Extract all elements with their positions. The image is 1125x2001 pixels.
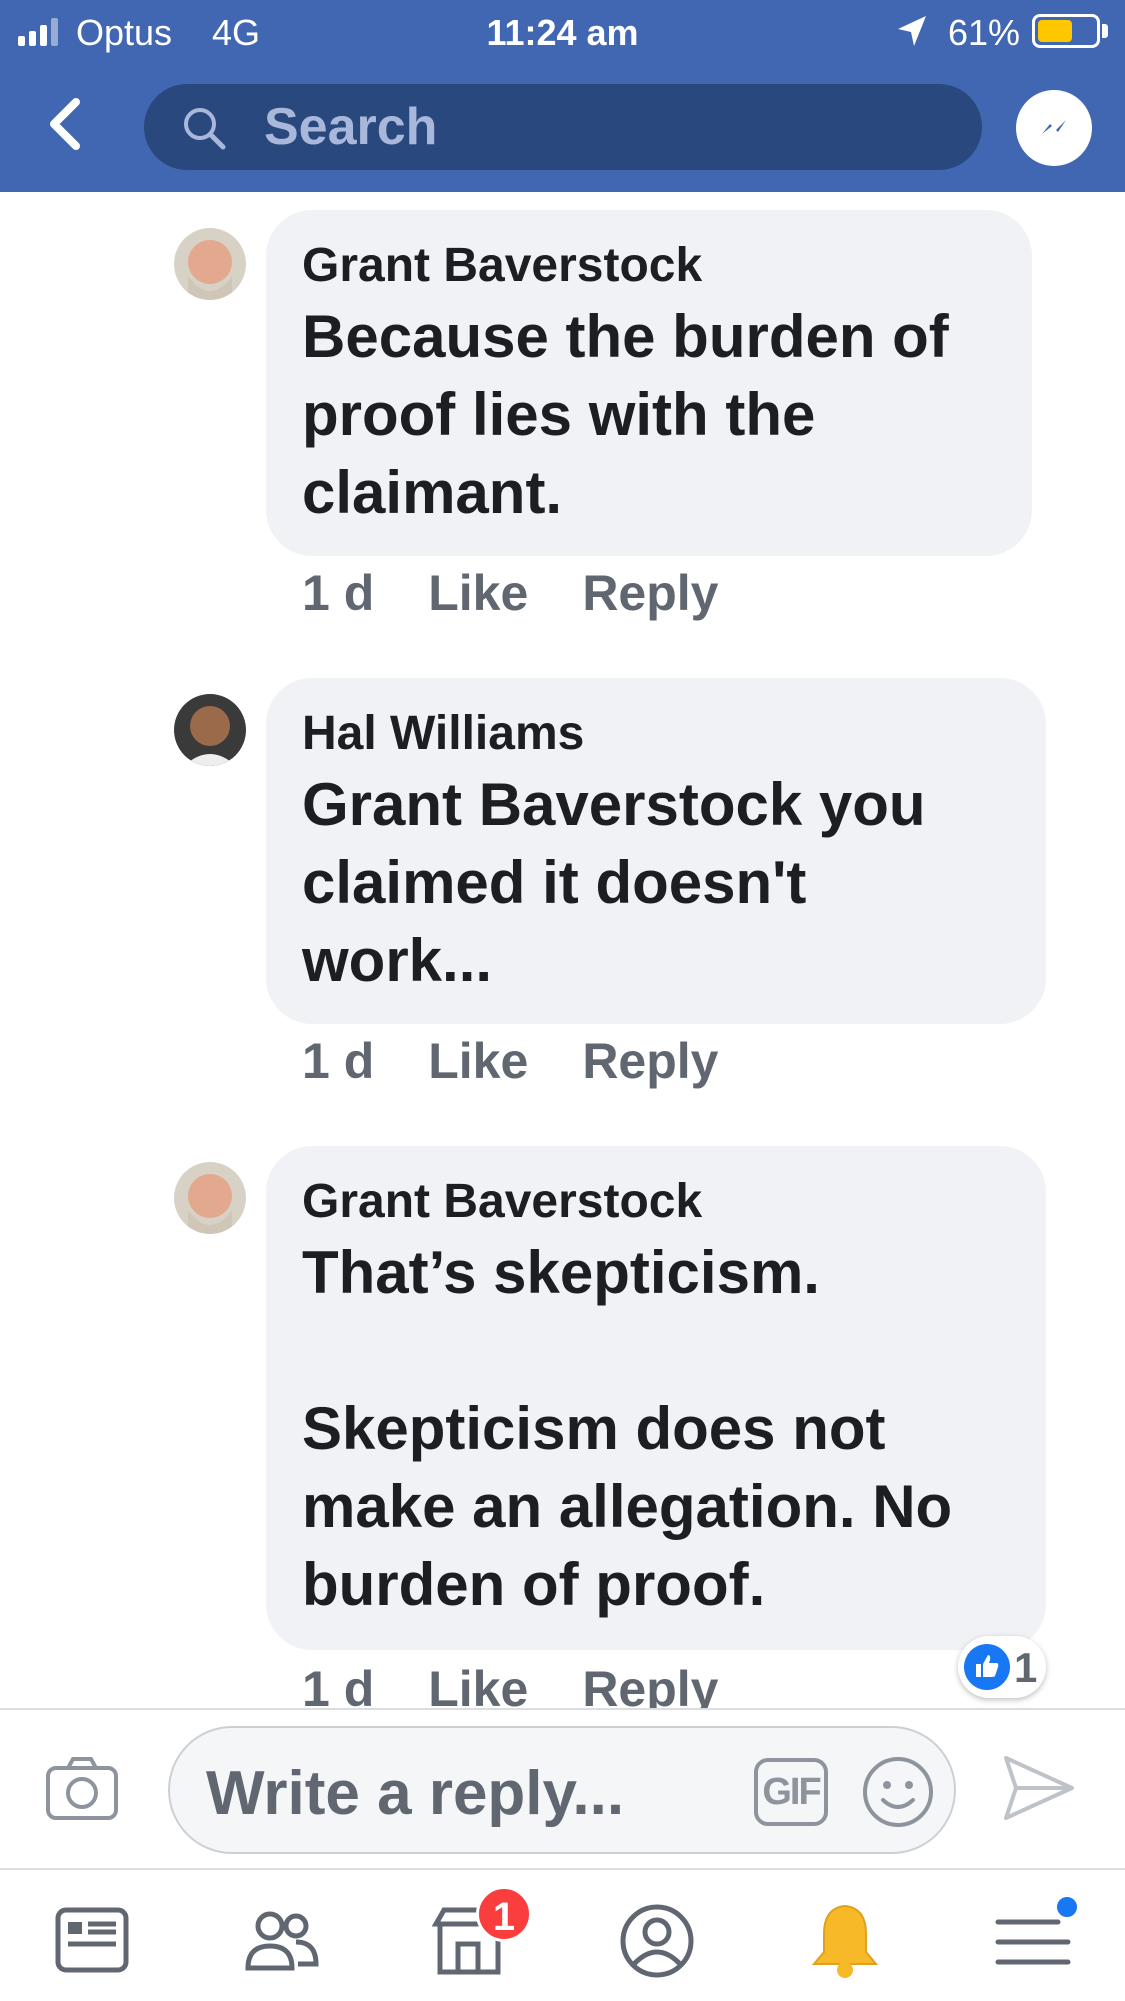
notifications-icon (811, 1904, 879, 1978)
menu-notification-dot (1054, 1894, 1080, 1920)
tab-friends[interactable] (236, 1896, 326, 1986)
reply-link[interactable]: Reply (582, 1032, 718, 1090)
comment-bubble: Hal Williams Grant Baverstock you claime… (266, 678, 1046, 1024)
reply-composer: GIF (0, 1708, 1125, 1868)
gif-icon[interactable]: GIF (754, 1758, 828, 1826)
like-link[interactable]: Like (428, 1032, 528, 1090)
like-link[interactable]: Like (428, 564, 528, 622)
avatar[interactable] (174, 694, 246, 766)
comment-text-paragraph: Skepticism does not make an allegation. … (302, 1395, 953, 1618)
messenger-button[interactable] (1016, 90, 1092, 166)
marketplace-badge: 1 (476, 1886, 532, 1942)
camera-button[interactable] (44, 1754, 120, 1827)
friends-icon (245, 1911, 319, 1971)
comment-bubble: Grant Baverstock Because the burden of p… (266, 210, 1032, 556)
tab-profile[interactable] (612, 1896, 702, 1986)
emoji-icon[interactable] (860, 1754, 936, 1830)
app-header: Optus 4G 11:24 am 61% (0, 0, 1125, 192)
comment-author[interactable]: Grant Baverstock (302, 238, 996, 294)
location-arrow-icon (898, 16, 926, 46)
back-button[interactable] (44, 96, 96, 156)
mention-link[interactable]: Grant Baverstock (302, 771, 802, 838)
camera-icon (46, 1757, 118, 1820)
messenger-icon (1042, 120, 1066, 134)
tab-notifications[interactable] (800, 1896, 890, 1986)
reply-input[interactable] (206, 1758, 726, 1828)
comment-bubble: Grant Baverstock That’s skepticism. Skep… (266, 1146, 1046, 1650)
comment-author[interactable]: Grant Baverstock (302, 1174, 1010, 1230)
search-input[interactable] (264, 98, 944, 156)
comment-text: That’s skepticism. (302, 1239, 820, 1306)
comment-author[interactable]: Hal Williams (302, 706, 1010, 762)
comment-time[interactable]: 1 d (302, 1032, 374, 1090)
comment-actions: 1 d Like Reply (302, 1032, 718, 1090)
like-reaction-icon (964, 1644, 1010, 1690)
profile-icon (620, 1904, 694, 1978)
reply-link[interactable]: Reply (582, 564, 718, 622)
news-feed-icon (55, 1907, 129, 1973)
avatar-photo (174, 228, 246, 300)
chevron-left-icon (50, 98, 80, 150)
bottom-tab-bar: 1 (0, 1868, 1125, 2001)
comment-time[interactable]: 1 d (302, 564, 374, 622)
reaction-summary[interactable]: 1 (958, 1636, 1046, 1698)
avatar-photo (174, 1162, 246, 1234)
search-icon (184, 108, 226, 150)
comment-text: Because the burden of proof lies with th… (302, 303, 949, 526)
avatar[interactable] (174, 228, 246, 300)
avatar-photo (174, 694, 246, 766)
battery-level (1038, 20, 1072, 42)
battery-icon (1032, 14, 1100, 48)
comment-text: Grant Baverstock you claimed it doesn't … (302, 766, 1010, 1000)
tab-news-feed[interactable] (48, 1896, 138, 1986)
send-icon[interactable] (1002, 1752, 1076, 1824)
battery-percent: 61% (948, 12, 1021, 53)
status-bar: Optus 4G 11:24 am 61% (0, 0, 1125, 62)
battery-nub (1102, 24, 1108, 38)
comment-actions: 1 d Like Reply (302, 564, 718, 622)
reaction-count: 1 (1014, 1644, 1038, 1691)
avatar[interactable] (174, 1162, 246, 1234)
reply-input-container[interactable]: GIF (168, 1726, 956, 1854)
search-bar[interactable] (144, 84, 982, 170)
